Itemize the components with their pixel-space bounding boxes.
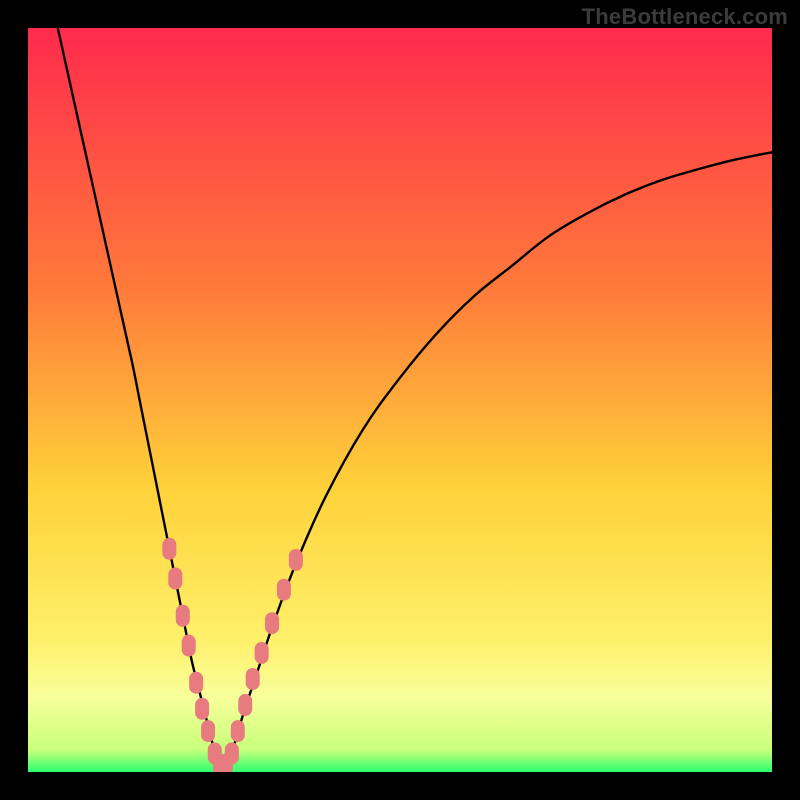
highlight-marker (225, 742, 239, 764)
highlight-marker (255, 642, 269, 664)
highlight-marker (289, 549, 303, 571)
highlight-marker (265, 612, 279, 634)
highlight-marker (201, 720, 215, 742)
highlight-marker (162, 538, 176, 560)
watermark-text: TheBottleneck.com (582, 4, 788, 30)
highlight-marker (231, 720, 245, 742)
highlight-marker (182, 635, 196, 657)
highlight-marker (277, 579, 291, 601)
highlight-marker (189, 672, 203, 694)
bottleneck-chart (28, 28, 772, 772)
highlight-marker (195, 698, 209, 720)
highlight-marker (238, 694, 252, 716)
highlight-marker (246, 668, 260, 690)
highlight-marker (168, 568, 182, 590)
highlight-marker (176, 605, 190, 627)
chart-frame (28, 28, 772, 772)
